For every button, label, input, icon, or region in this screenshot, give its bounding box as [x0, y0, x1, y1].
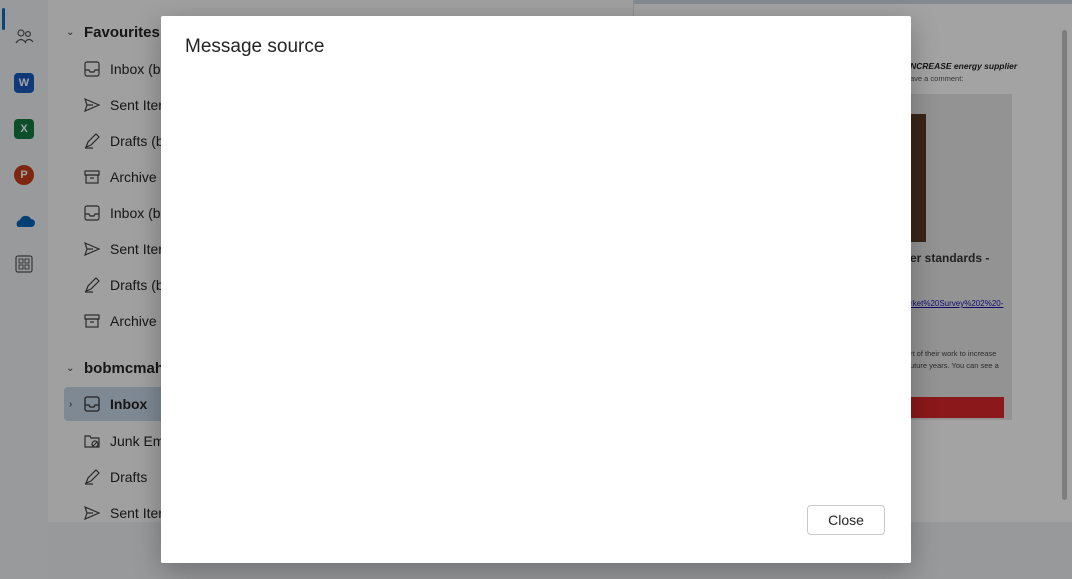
- message-source-dialog: Message source Close: [161, 16, 911, 563]
- message-source-body[interactable]: [185, 80, 885, 490]
- dialog-title: Message source: [185, 36, 325, 57]
- close-button[interactable]: Close: [807, 505, 885, 535]
